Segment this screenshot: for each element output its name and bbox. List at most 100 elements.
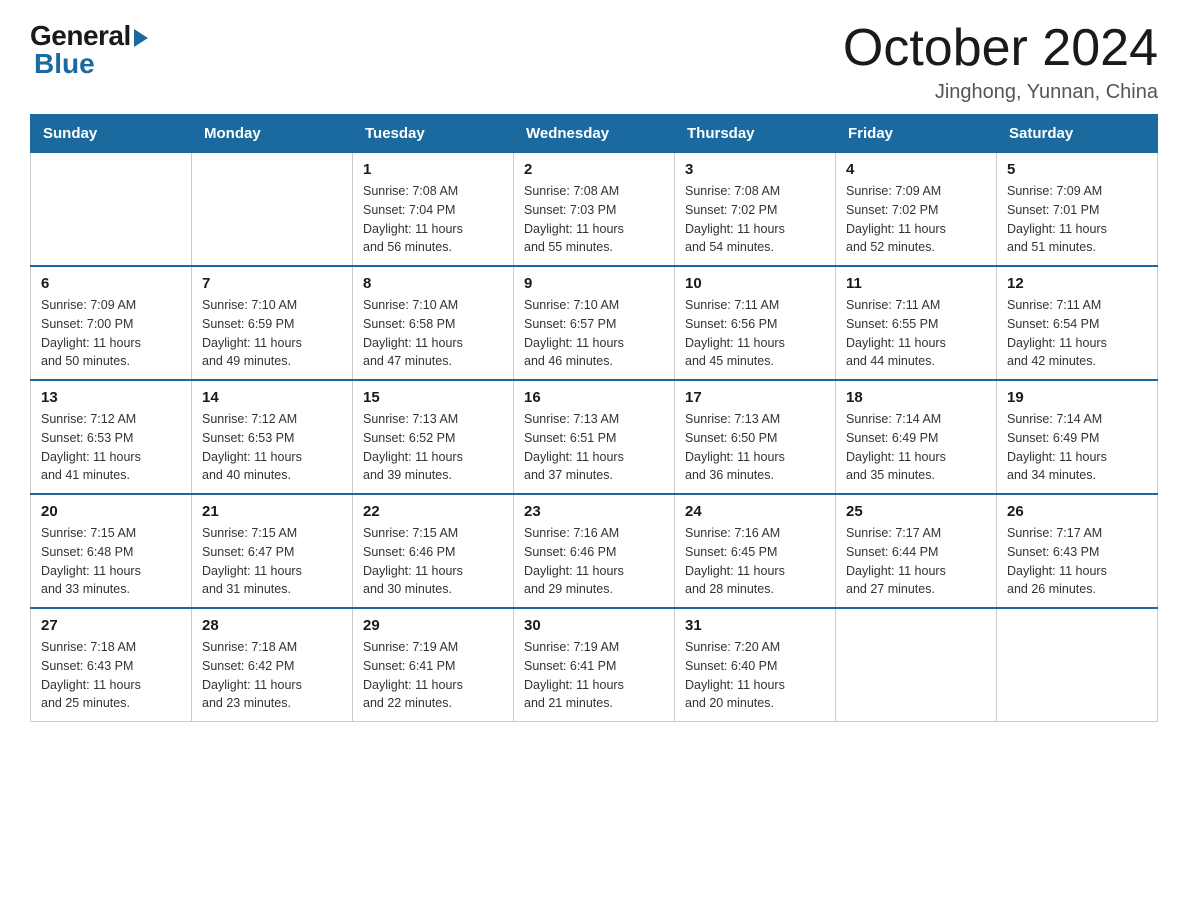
calendar-cell: 29 Sunrise: 7:19 AMSunset: 6:41 PMDayligh… [353, 608, 514, 722]
day-number: 5 [1007, 161, 1147, 178]
day-number: 3 [685, 161, 825, 178]
day-info: Sunrise: 7:15 AMSunset: 6:47 PMDaylight:… [202, 524, 342, 599]
calendar-week-row: 13 Sunrise: 7:12 AMSunset: 6:53 PMDayligh… [31, 380, 1158, 494]
calendar-cell: 12Sunrise: 7:11 AMSunset: 6:54 PMDayligh… [997, 266, 1158, 380]
day-info: Sunrise: 7:10 AMSunset: 6:58 PMDaylight:… [363, 296, 503, 371]
day-number: 7 [202, 275, 342, 292]
calendar-header-friday: Friday [836, 115, 997, 153]
calendar-cell: 26 Sunrise: 7:17 AMSunset: 6:43 PMDayligh… [997, 494, 1158, 608]
calendar-header-wednesday: Wednesday [514, 115, 675, 153]
day-number: 6 [41, 275, 181, 292]
day-number: 19 [1007, 389, 1147, 406]
logo: General Blue [30, 20, 148, 80]
day-number: 17 [685, 389, 825, 406]
calendar-cell [192, 153, 353, 267]
day-number: 14 [202, 389, 342, 406]
day-number: 15 [363, 389, 503, 406]
day-number: 10 [685, 275, 825, 292]
calendar-cell: 13 Sunrise: 7:12 AMSunset: 6:53 PMDayligh… [31, 380, 192, 494]
day-number: 31 [685, 617, 825, 634]
calendar-week-row: 6 Sunrise: 7:09 AMSunset: 7:00 PMDaylight… [31, 266, 1158, 380]
day-info: Sunrise: 7:14 AMSunset: 6:49 PMDaylight:… [846, 410, 986, 485]
calendar-cell: 16 Sunrise: 7:13 AMSunset: 6:51 PMDayligh… [514, 380, 675, 494]
calendar-cell: 7 Sunrise: 7:10 AMSunset: 6:59 PMDaylight… [192, 266, 353, 380]
day-number: 9 [524, 275, 664, 292]
day-number: 23 [524, 503, 664, 520]
calendar-cell: 17 Sunrise: 7:13 AMSunset: 6:50 PMDayligh… [675, 380, 836, 494]
day-info: Sunrise: 7:11 AMSunset: 6:56 PMDaylight:… [685, 296, 825, 371]
calendar-cell [31, 153, 192, 267]
day-info: Sunrise: 7:14 AMSunset: 6:49 PMDaylight:… [1007, 410, 1147, 485]
calendar-cell: 15Sunrise: 7:13 AMSunset: 6:52 PMDayligh… [353, 380, 514, 494]
day-info: Sunrise: 7:08 AMSunset: 7:04 PMDaylight:… [363, 182, 503, 257]
calendar-week-row: 27 Sunrise: 7:18 AMSunset: 6:43 PMDayligh… [31, 608, 1158, 722]
logo-blue-text: Blue [30, 48, 95, 80]
day-number: 11 [846, 275, 986, 292]
month-title: October 2024 [843, 20, 1158, 77]
day-number: 4 [846, 161, 986, 178]
day-info: Sunrise: 7:20 AMSunset: 6:40 PMDaylight:… [685, 638, 825, 713]
day-info: Sunrise: 7:13 AMSunset: 6:51 PMDaylight:… [524, 410, 664, 485]
calendar-cell: 19 Sunrise: 7:14 AMSunset: 6:49 PMDayligh… [997, 380, 1158, 494]
calendar-cell: 25 Sunrise: 7:17 AMSunset: 6:44 PMDayligh… [836, 494, 997, 608]
logo-triangle-icon [134, 29, 148, 47]
calendar-cell: 24Sunrise: 7:16 AMSunset: 6:45 PMDayligh… [675, 494, 836, 608]
page-header: General Blue October 2024 Jinghong, Yunn… [30, 20, 1158, 104]
calendar-header-monday: Monday [192, 115, 353, 153]
calendar-header-sunday: Sunday [31, 115, 192, 153]
day-number: 25 [846, 503, 986, 520]
day-info: Sunrise: 7:09 AMSunset: 7:00 PMDaylight:… [41, 296, 181, 371]
calendar-cell: 8Sunrise: 7:10 AMSunset: 6:58 PMDaylight… [353, 266, 514, 380]
calendar-cell: 1 Sunrise: 7:08 AMSunset: 7:04 PMDaylight… [353, 153, 514, 267]
calendar-cell: 22Sunrise: 7:15 AMSunset: 6:46 PMDayligh… [353, 494, 514, 608]
day-info: Sunrise: 7:13 AMSunset: 6:50 PMDaylight:… [685, 410, 825, 485]
calendar-cell: 27 Sunrise: 7:18 AMSunset: 6:43 PMDayligh… [31, 608, 192, 722]
day-number: 1 [363, 161, 503, 178]
title-block: October 2024 Jinghong, Yunnan, China [843, 20, 1158, 104]
calendar-table: SundayMondayTuesdayWednesdayThursdayFrid… [30, 114, 1158, 722]
day-info: Sunrise: 7:17 AMSunset: 6:43 PMDaylight:… [1007, 524, 1147, 599]
calendar-header-thursday: Thursday [675, 115, 836, 153]
calendar-cell: 6 Sunrise: 7:09 AMSunset: 7:00 PMDaylight… [31, 266, 192, 380]
day-number: 18 [846, 389, 986, 406]
calendar-cell: 9Sunrise: 7:10 AMSunset: 6:57 PMDaylight… [514, 266, 675, 380]
calendar-cell: 4Sunrise: 7:09 AMSunset: 7:02 PMDaylight… [836, 153, 997, 267]
day-info: Sunrise: 7:12 AMSunset: 6:53 PMDaylight:… [41, 410, 181, 485]
day-info: Sunrise: 7:19 AMSunset: 6:41 PMDaylight:… [363, 638, 503, 713]
day-number: 27 [41, 617, 181, 634]
day-number: 26 [1007, 503, 1147, 520]
day-info: Sunrise: 7:11 AMSunset: 6:55 PMDaylight:… [846, 296, 986, 371]
calendar-cell: 11 Sunrise: 7:11 AMSunset: 6:55 PMDayligh… [836, 266, 997, 380]
day-info: Sunrise: 7:16 AMSunset: 6:46 PMDaylight:… [524, 524, 664, 599]
calendar-week-row: 1 Sunrise: 7:08 AMSunset: 7:04 PMDaylight… [31, 153, 1158, 267]
calendar-cell [836, 608, 997, 722]
day-info: Sunrise: 7:08 AMSunset: 7:03 PMDaylight:… [524, 182, 664, 257]
day-info: Sunrise: 7:11 AMSunset: 6:54 PMDaylight:… [1007, 296, 1147, 371]
calendar-cell: 14Sunrise: 7:12 AMSunset: 6:53 PMDayligh… [192, 380, 353, 494]
day-number: 29 [363, 617, 503, 634]
day-number: 13 [41, 389, 181, 406]
calendar-week-row: 20Sunrise: 7:15 AMSunset: 6:48 PMDayligh… [31, 494, 1158, 608]
calendar-cell: 2 Sunrise: 7:08 AMSunset: 7:03 PMDaylight… [514, 153, 675, 267]
day-number: 22 [363, 503, 503, 520]
calendar-header-row: SundayMondayTuesdayWednesdayThursdayFrid… [31, 115, 1158, 153]
location-text: Jinghong, Yunnan, China [843, 81, 1158, 104]
day-number: 24 [685, 503, 825, 520]
day-info: Sunrise: 7:09 AMSunset: 7:01 PMDaylight:… [1007, 182, 1147, 257]
day-number: 20 [41, 503, 181, 520]
calendar-cell: 23 Sunrise: 7:16 AMSunset: 6:46 PMDayligh… [514, 494, 675, 608]
day-number: 2 [524, 161, 664, 178]
calendar-cell: 18 Sunrise: 7:14 AMSunset: 6:49 PMDayligh… [836, 380, 997, 494]
calendar-cell: 5 Sunrise: 7:09 AMSunset: 7:01 PMDaylight… [997, 153, 1158, 267]
day-number: 30 [524, 617, 664, 634]
calendar-cell: 30 Sunrise: 7:19 AMSunset: 6:41 PMDayligh… [514, 608, 675, 722]
day-info: Sunrise: 7:10 AMSunset: 6:59 PMDaylight:… [202, 296, 342, 371]
calendar-cell: 10 Sunrise: 7:11 AMSunset: 6:56 PMDayligh… [675, 266, 836, 380]
day-number: 16 [524, 389, 664, 406]
day-info: Sunrise: 7:19 AMSunset: 6:41 PMDaylight:… [524, 638, 664, 713]
day-info: Sunrise: 7:17 AMSunset: 6:44 PMDaylight:… [846, 524, 986, 599]
day-number: 21 [202, 503, 342, 520]
day-info: Sunrise: 7:18 AMSunset: 6:43 PMDaylight:… [41, 638, 181, 713]
calendar-header-tuesday: Tuesday [353, 115, 514, 153]
calendar-header-saturday: Saturday [997, 115, 1158, 153]
